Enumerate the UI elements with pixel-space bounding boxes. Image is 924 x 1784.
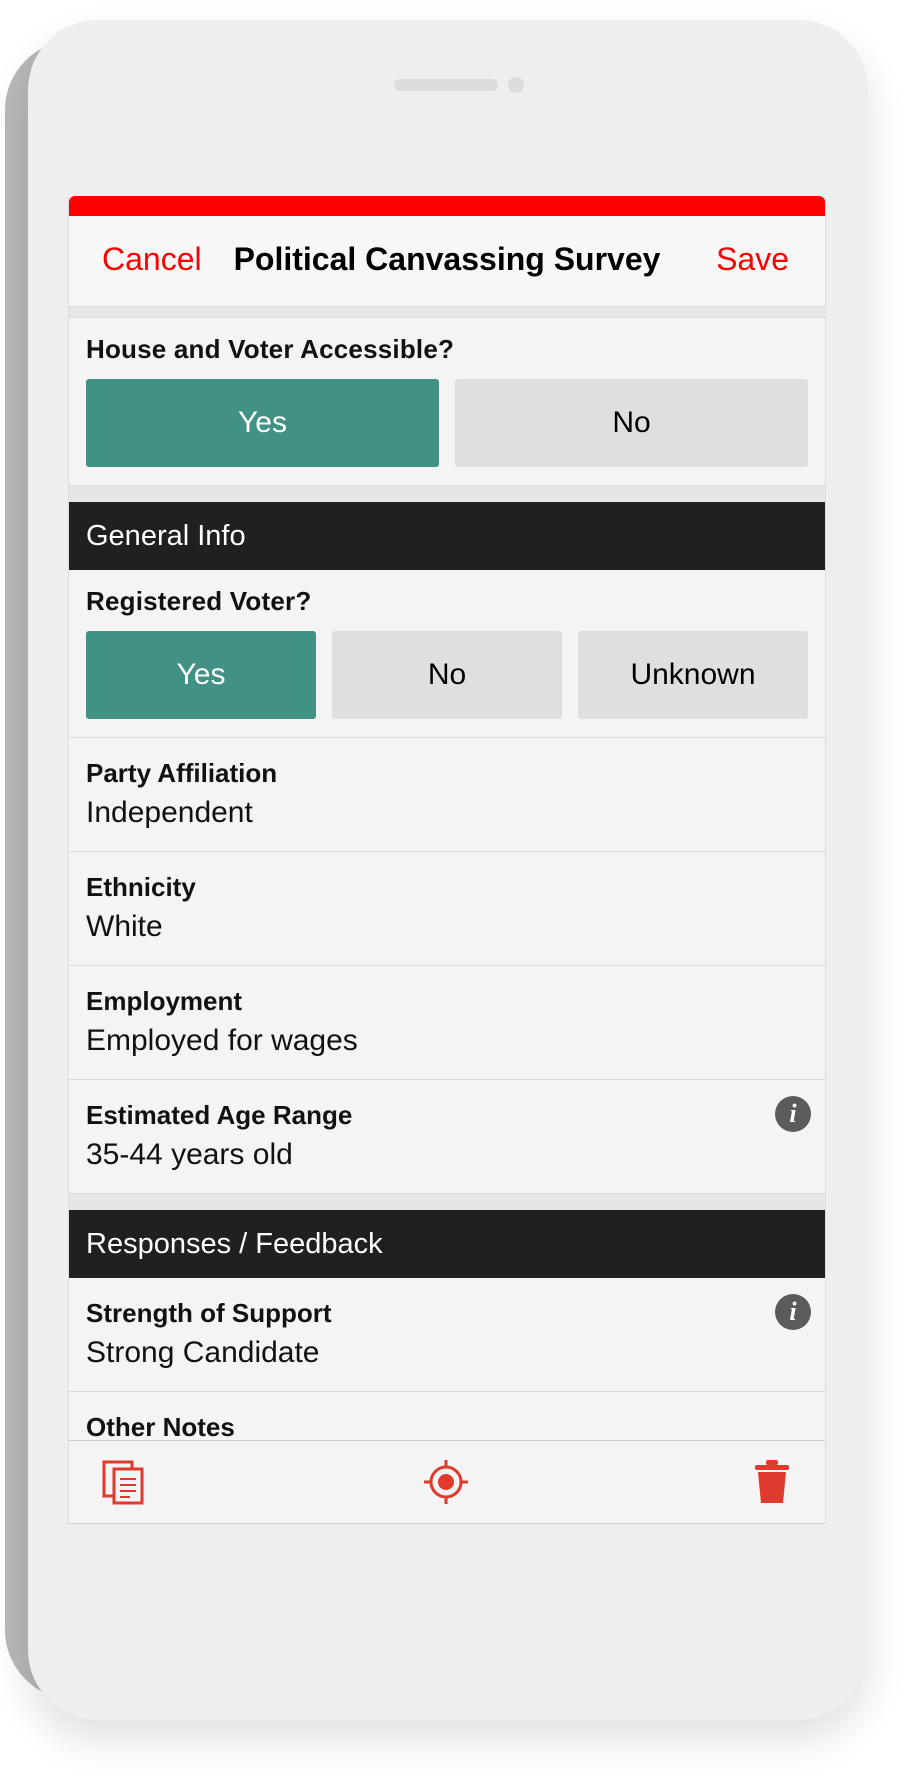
status-strip <box>69 196 825 216</box>
field-label: Party Affiliation <box>86 758 278 788</box>
phone-camera <box>508 77 524 93</box>
field-value: Strong Candidate <box>86 1336 320 1369</box>
spacer <box>69 307 825 318</box>
field-label: Ethnicity <box>86 872 196 902</box>
field-value: 35-44 years old <box>86 1138 293 1171</box>
field-employment[interactable]: Employment Employed for wages <box>69 966 825 1080</box>
accessible-no-button[interactable]: No <box>455 379 808 467</box>
field-age-range[interactable]: Estimated Age Range 35-44 years old i <box>69 1080 825 1194</box>
field-label: Estimated Age Range <box>86 1100 353 1130</box>
registered-voter-question: Registered Voter? Yes No Unknown <box>69 570 825 738</box>
section-header-general-info: General Info <box>69 502 825 570</box>
bottom-toolbar <box>69 1440 825 1524</box>
field-label: Employment <box>86 986 243 1016</box>
field-ethnicity[interactable]: Ethnicity White <box>69 852 825 966</box>
field-label: Strength of Support <box>86 1298 332 1328</box>
field-label: Other Notes <box>86 1412 235 1442</box>
spacer <box>69 1194 825 1210</box>
app-screen: Cancel Political Canvassing Survey Save … <box>68 196 826 1524</box>
section-header-responses: Responses / Feedback <box>69 1210 825 1278</box>
info-icon[interactable]: i <box>775 1096 811 1132</box>
accessible-yes-button[interactable]: Yes <box>86 379 439 467</box>
field-party-affiliation[interactable]: Party Affiliation Independent <box>69 738 825 852</box>
copy-icon[interactable] <box>101 1459 147 1505</box>
trash-icon[interactable] <box>749 1459 795 1505</box>
save-button[interactable]: Save <box>716 241 789 278</box>
field-value: Employed for wages <box>86 1024 358 1057</box>
registered-unknown-button[interactable]: Unknown <box>578 631 808 719</box>
cancel-button[interactable]: Cancel <box>102 241 202 278</box>
registered-voter-options: Yes No Unknown <box>86 631 808 719</box>
field-strength-of-support[interactable]: Strength of Support Strong Candidate i <box>69 1278 825 1392</box>
spacer <box>69 486 825 502</box>
accessible-question: House and Voter Accessible? Yes No <box>69 318 825 486</box>
accessible-question-label: House and Voter Accessible? <box>86 334 455 364</box>
accessible-options: Yes No <box>86 379 808 467</box>
registered-voter-label: Registered Voter? <box>86 586 312 616</box>
phone-speaker <box>394 79 498 91</box>
field-value: White <box>86 910 163 943</box>
info-icon[interactable]: i <box>775 1294 811 1330</box>
locate-icon[interactable] <box>423 1459 469 1505</box>
field-value: Independent <box>86 796 253 829</box>
registered-yes-button[interactable]: Yes <box>86 631 316 719</box>
nav-bar: Cancel Political Canvassing Survey Save <box>69 216 825 307</box>
registered-no-button[interactable]: No <box>332 631 562 719</box>
